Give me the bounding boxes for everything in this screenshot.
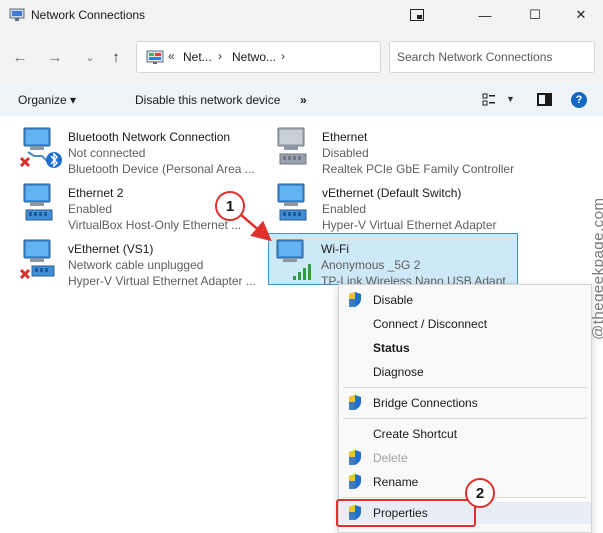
chevron-down-icon: ⌄ [85, 51, 95, 64]
adapter-status: Not connected [68, 146, 146, 160]
back-button[interactable]: ← [9, 46, 31, 68]
uac-shield-icon [349, 395, 361, 410]
menu-item-create-shortcut[interactable]: Create Shortcut [339, 423, 591, 445]
menu-item-label: Create Shortcut [373, 427, 458, 441]
ethernet-unplugged-icon [19, 239, 55, 280]
adapter-device: Hyper-V Virtual Ethernet Adapter ... [68, 274, 256, 288]
uac-shield-icon [349, 450, 361, 465]
control-panel-icon [146, 50, 164, 64]
network-connections-app-icon [9, 8, 25, 21]
change-view-icon[interactable] [482, 93, 496, 107]
minimize-icon: — [478, 7, 492, 23]
adapter-device: Bluetooth Device (Personal Area ... [68, 162, 255, 176]
adapter-vethernet-default-switch[interactable]: vEthernet (Default Switch) Enabled Hyper… [270, 178, 520, 232]
arrow-up-icon: ↑ [112, 48, 120, 66]
adapter-device: Hyper-V Virtual Ethernet Adapter [322, 218, 497, 232]
close-icon: ✕ [575, 7, 587, 22]
more-commands-button[interactable]: » [300, 93, 307, 107]
menu-item-label: Diagnose [373, 365, 424, 379]
breadcrumb-network-internet[interactable]: Net... [183, 50, 212, 64]
arrow-left-icon: ← [12, 48, 28, 66]
disable-device-button[interactable]: Disable this network device [135, 93, 280, 107]
adapter-status: Network cable unplugged [68, 258, 204, 272]
adapter-name: vEthernet (Default Switch) [322, 186, 462, 200]
maximize-icon: ☐ [529, 7, 541, 22]
adapter-name: Bluetooth Network Connection [68, 130, 231, 144]
adapter-vethernet-vs1[interactable]: vEthernet (VS1) Network cable unplugged … [16, 234, 266, 288]
bluetooth-adapter-icon [19, 127, 62, 168]
search-input[interactable] [397, 49, 589, 65]
recent-locations-button[interactable]: ⌄ [79, 46, 101, 68]
view-options-caret-icon[interactable]: ▼ [506, 94, 515, 104]
window-title: Network Connections [31, 8, 146, 22]
breadcrumb-separator: › [281, 49, 285, 63]
overflow-chevron[interactable]: « [168, 49, 175, 63]
adapter-wifi[interactable]: Wi-Fi Anonymous _5G 2 TP-Link Wireless N… [268, 233, 518, 288]
wifi-adapter-icon [276, 239, 311, 280]
picture-in-picture-icon [410, 9, 424, 21]
adapter-bluetooth[interactable]: Bluetooth Network Connection Not connect… [16, 122, 266, 176]
adapter-status: Disabled [322, 146, 369, 160]
menu-item-label: Delete [373, 451, 408, 465]
ethernet-disabled-icon [277, 127, 307, 165]
uac-shield-icon [349, 474, 361, 489]
menu-item-label: Bridge Connections [373, 396, 478, 410]
command-bar: Organize ▾ Disable this network device »… [0, 84, 603, 116]
menu-item-diagnose[interactable]: Diagnose [339, 361, 591, 383]
adapter-status: Anonymous _5G 2 [321, 258, 421, 272]
help-icon[interactable]: ? [571, 92, 587, 108]
menu-item-disable[interactable]: Disable [339, 289, 591, 311]
menu-item-delete: Delete [339, 447, 591, 469]
address-row: ← → ⌄ ↑ « Net... › Netwo... › [0, 32, 603, 84]
adapter-name: vEthernet (VS1) [68, 242, 154, 256]
close-button[interactable]: ✕ [558, 0, 603, 30]
address-bar[interactable]: « Net... › Netwo... › [136, 41, 381, 73]
ethernet-icon [277, 183, 307, 221]
maximize-button[interactable]: ☐ [512, 0, 558, 30]
adapter-name: Wi-Fi [321, 242, 349, 256]
arrow-right-icon: → [47, 48, 63, 66]
breadcrumb-separator: › [218, 49, 222, 63]
adapter-status: Enabled [322, 202, 367, 216]
title-bar: Network Connections — ☐ ✕ [0, 0, 603, 32]
snap-layout-button[interactable] [394, 0, 440, 30]
menu-separator [343, 387, 587, 388]
watermark-text: @thegeekpage.com [590, 197, 603, 340]
breadcrumb-network-connections[interactable]: Netwo... [232, 50, 276, 64]
adapter-ethernet[interactable]: Ethernet Disabled Realtek PCIe GbE Famil… [270, 122, 520, 176]
menu-item-label: Rename [373, 475, 419, 489]
search-box[interactable] [389, 41, 595, 73]
menu-item-connect-disconnect[interactable]: Connect / Disconnect [339, 313, 591, 335]
ethernet-icon [23, 183, 53, 221]
menu-item-label: Disable [373, 293, 414, 307]
adapter-device: Realtek PCIe GbE Family Controller [322, 162, 515, 176]
menu-item-bridge-connections[interactable]: Bridge Connections [339, 392, 591, 414]
menu-item-label: Status [373, 341, 410, 355]
up-button[interactable]: ↑ [105, 46, 127, 68]
step-1-badge: 1 [215, 191, 245, 221]
minimize-button[interactable]: — [462, 0, 508, 30]
uac-shield-icon [349, 292, 361, 307]
menu-item-status[interactable]: Status [339, 337, 591, 359]
organize-menu-button[interactable]: Organize ▾ [18, 93, 76, 107]
step-2-badge: 2 [465, 478, 495, 508]
forward-button[interactable]: → [44, 46, 66, 68]
adapter-name: Ethernet [322, 130, 368, 144]
properties-highlight-box [336, 499, 476, 527]
preview-pane-icon[interactable] [537, 93, 552, 106]
menu-separator [343, 418, 587, 419]
menu-item-label: Connect / Disconnect [373, 317, 488, 331]
